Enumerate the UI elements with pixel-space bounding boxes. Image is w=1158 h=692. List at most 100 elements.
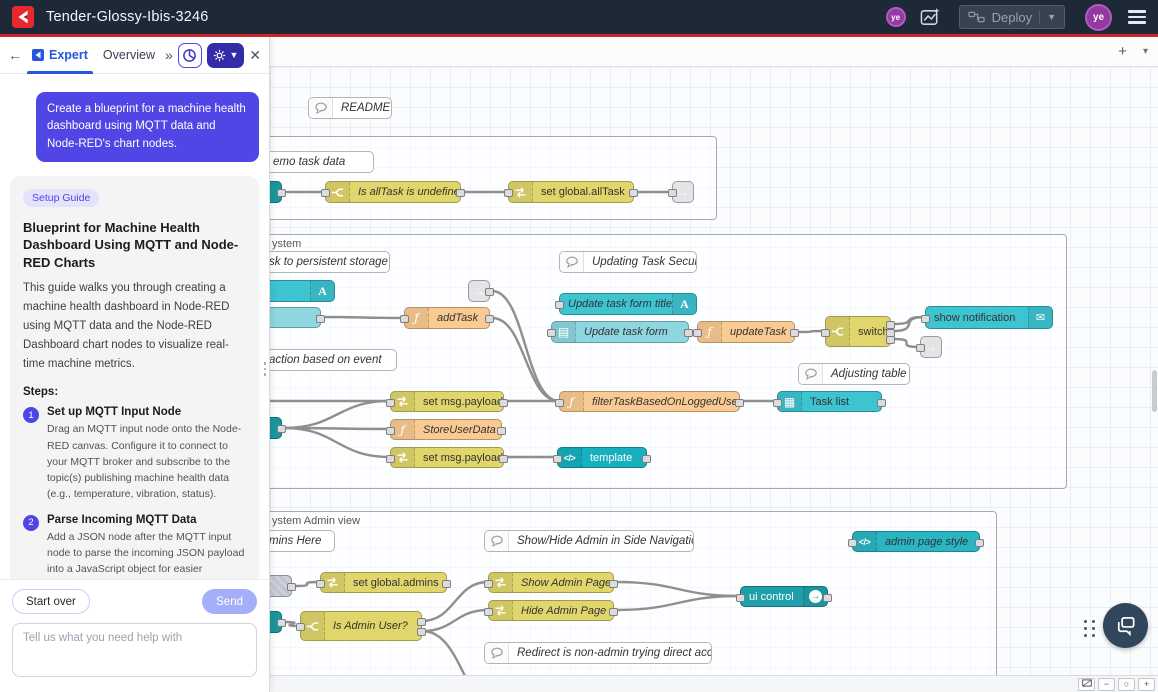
output-port[interactable]	[277, 189, 286, 197]
node-is-admin-user[interactable]: Is Admin User?	[300, 611, 422, 641]
comment-readme[interactable]: README	[308, 97, 392, 119]
zoom-out-button[interactable]: −	[1098, 678, 1115, 691]
add-flow-button[interactable]: +	[1118, 44, 1127, 59]
output-port[interactable]	[485, 288, 494, 296]
output-port[interactable]	[886, 321, 895, 329]
send-button[interactable]: Send	[202, 589, 257, 614]
flow-list-button[interactable]: ▾	[1143, 47, 1148, 57]
input-port[interactable]	[386, 427, 395, 435]
comment-adjusting-table[interactable]: Adjusting table	[798, 363, 910, 385]
input-port[interactable]	[555, 399, 564, 407]
input-port[interactable]	[400, 315, 409, 323]
output-port[interactable]	[609, 608, 618, 616]
node-update-task-form-title[interactable]: Update task form titleA	[559, 293, 697, 315]
node-ticket[interactable]: icket	[270, 307, 321, 328]
node-link-2[interactable]: →	[468, 280, 490, 302]
output-port[interactable]	[485, 315, 494, 323]
input-port[interactable]	[668, 189, 677, 197]
node-addtask[interactable]: ƒaddTask	[404, 307, 490, 329]
chat-scroll-area[interactable]: Create a blueprint for a machine health …	[0, 74, 269, 579]
comment-demo-task-data[interactable]: emo task data	[270, 151, 374, 173]
settings-dropdown-button[interactable]: ▼	[207, 43, 245, 68]
node-stub-teal-3[interactable]	[270, 611, 282, 633]
input-port[interactable]	[821, 329, 830, 337]
output-port[interactable]	[442, 580, 451, 588]
zoom-reset-button[interactable]: ○	[1118, 678, 1135, 691]
input-port[interactable]	[484, 580, 493, 588]
node-task-list[interactable]: ▦Task list	[777, 391, 882, 412]
deploy-caret-icon[interactable]: ▼	[1047, 12, 1056, 22]
tab-overview[interactable]: Overview	[98, 37, 160, 74]
comment-admins-here[interactable]: mins Here	[270, 530, 335, 552]
output-port[interactable]	[877, 399, 886, 407]
node-stub-teal-1[interactable]	[270, 181, 282, 203]
node-set-global-admins[interactable]: set global.admins	[320, 572, 447, 593]
comment-action-based-on-event[interactable]: action based on event	[270, 349, 397, 371]
output-port[interactable]	[499, 455, 508, 463]
node-set-global-alltask[interactable]: set global.allTask	[508, 181, 634, 203]
output-port[interactable]	[287, 583, 296, 591]
node-template[interactable]: </>template	[557, 447, 647, 468]
chat-input[interactable]	[12, 623, 257, 677]
avatar-small[interactable]: ye	[886, 7, 906, 27]
back-button[interactable]: ←	[8, 47, 22, 63]
start-over-button[interactable]: Start over	[12, 589, 90, 614]
node-set-msg-payload-1[interactable]: set msg.payload	[390, 391, 504, 412]
input-port[interactable]	[316, 580, 325, 588]
input-port[interactable]	[693, 329, 702, 337]
output-port[interactable]	[609, 580, 618, 588]
input-port[interactable]	[553, 455, 562, 463]
node-show-admin-page[interactable]: Show Admin Page	[488, 572, 614, 593]
assistant-icon[interactable]	[920, 7, 941, 28]
tab-expert[interactable]: Expert	[27, 37, 93, 74]
avatar-large[interactable]: ye	[1085, 4, 1112, 31]
input-port[interactable]	[916, 344, 925, 352]
main-menu-icon[interactable]	[1128, 10, 1146, 24]
input-port[interactable]	[555, 301, 564, 309]
node-updatetask[interactable]: ƒupdateTask	[697, 321, 795, 343]
output-port[interactable]	[277, 619, 286, 627]
node-update-task-form[interactable]: ▤Update task form	[551, 321, 689, 343]
node-stub-teal-2[interactable]	[270, 417, 282, 439]
output-port[interactable]	[277, 425, 286, 433]
node-stub-gray[interactable]	[270, 575, 292, 597]
panel-resize-handle[interactable]	[264, 362, 267, 376]
input-port[interactable]	[504, 189, 513, 197]
input-port[interactable]	[296, 623, 305, 631]
input-port[interactable]	[547, 329, 556, 337]
input-port[interactable]	[321, 189, 330, 197]
output-port[interactable]	[642, 455, 651, 463]
output-port[interactable]	[886, 336, 895, 344]
usage-chart-button[interactable]	[178, 43, 202, 68]
output-port[interactable]	[684, 329, 693, 337]
node-link-out-2[interactable]: →	[920, 336, 942, 358]
node-storeuserdata[interactable]: ƒStoreUserData	[390, 419, 502, 440]
app-logo[interactable]	[12, 6, 34, 28]
node-ui-control[interactable]: ui control→	[740, 586, 828, 607]
output-port[interactable]	[823, 594, 832, 602]
zoom-in-button[interactable]: +	[1138, 678, 1155, 691]
output-port[interactable]	[735, 399, 744, 407]
output-port[interactable]	[629, 189, 638, 197]
output-port[interactable]	[790, 329, 799, 337]
deploy-button[interactable]: Deploy ▼	[959, 5, 1065, 29]
node-set-msg-payload-2[interactable]: set msg.payload	[390, 447, 504, 468]
close-panel-button[interactable]: ✕	[249, 47, 261, 64]
output-port[interactable]	[497, 427, 506, 435]
output-port[interactable]	[975, 539, 984, 547]
comment-show-hide-admin-nav[interactable]: Show/Hide Admin in Side Navigation	[484, 530, 694, 552]
input-port[interactable]	[386, 455, 395, 463]
node-filtertask-loggeduser[interactable]: ƒfilterTaskBasedOnLoggedUser	[559, 391, 740, 412]
fab-drag-handle[interactable]	[1084, 620, 1096, 637]
comment-updating-task-securely[interactable]: Updating Task Securely	[559, 251, 697, 273]
output-port[interactable]	[417, 618, 426, 626]
node-hide-admin-page[interactable]: Hide Admin Page	[488, 600, 614, 621]
canvas-vertical-scrollbar[interactable]	[1152, 370, 1157, 412]
comment-task-persistent-storage[interactable]: sk to persistent storage	[270, 251, 390, 273]
comment-redirect-non-admin[interactable]: Redirect is non-admin trying direct acce…	[484, 642, 712, 664]
output-port[interactable]	[456, 189, 465, 197]
input-port[interactable]	[386, 399, 395, 407]
input-port[interactable]	[921, 315, 930, 323]
group-demo-task-data[interactable]	[270, 136, 717, 220]
node-link-out-1[interactable]: →	[672, 181, 694, 203]
